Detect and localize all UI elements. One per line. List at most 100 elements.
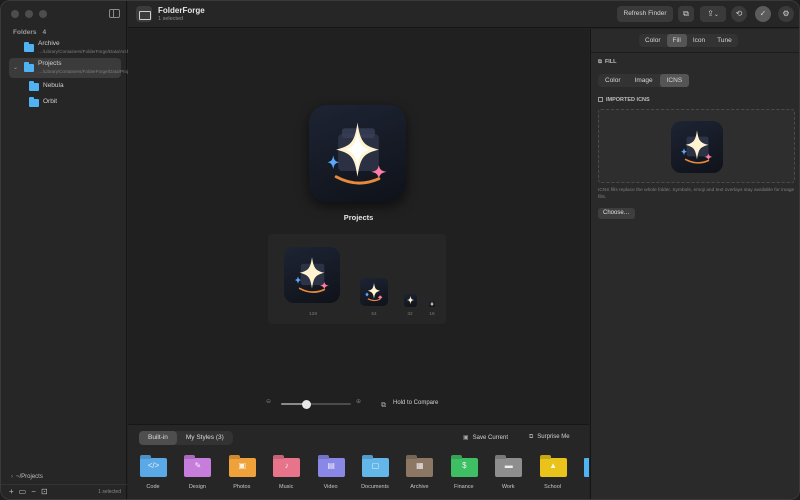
refresh-finder-button[interactable]: Refresh Finder — [617, 6, 673, 22]
remove-folder-button[interactable]: − — [31, 487, 36, 496]
icon-sizes-panel: 128 64 32 16 — [268, 234, 446, 324]
surprise-me-button[interactable]: ⧉ Surprise Me — [529, 434, 570, 441]
fill-tab-icns[interactable]: ICNS — [659, 74, 690, 87]
app-title: FolderForge — [158, 6, 205, 15]
new-folder-icon[interactable]: ▭ — [19, 487, 27, 496]
sparkle-icon — [365, 283, 383, 302]
sidebar-item-archive[interactable]: Archive …/Library/Containers/FolderForge… — [9, 39, 147, 59]
styles-tabs: Built-in My Styles (3) — [139, 431, 233, 445]
tab-built-in[interactable]: Built-in — [139, 431, 177, 445]
sidebar-item-projects[interactable]: ⌄ Projects …/Library/Containers/FolderFo… — [9, 58, 148, 78]
zoom-slider[interactable] — [281, 400, 351, 409]
style-tile-work[interactable]: ▬ Work — [490, 454, 526, 494]
sparkle-icon — [327, 122, 387, 185]
icon-size-64 — [360, 278, 388, 306]
style-glyph-icon: </> — [147, 461, 160, 470]
style-tile-school[interactable]: ▲ School — [535, 454, 571, 494]
app-folder-icon — [136, 6, 152, 22]
folders-header-label: Folders — [13, 29, 37, 36]
tab-fill[interactable]: Fill — [666, 34, 687, 47]
style-tile-photos[interactable]: ▣ Photos — [224, 454, 260, 494]
add-folder-button[interactable]: + — [9, 487, 14, 496]
history-icon[interactable]: ⟲ — [731, 6, 747, 22]
tab-tune[interactable]: Tune — [711, 34, 738, 47]
choose-button[interactable]: Choose… — [598, 208, 635, 219]
sidebar-toggle-icon[interactable] — [109, 9, 120, 18]
icon-size-32 — [404, 294, 417, 307]
chevron-right-icon: › — [11, 474, 13, 480]
save-current-button[interactable]: ▣ Save Current — [463, 434, 508, 441]
style-glyph-icon: $ — [462, 461, 467, 470]
style-tile-label: Photos — [233, 484, 251, 490]
style-tile-overflow — [584, 458, 589, 477]
folders-header: Folders 4 — [13, 29, 46, 36]
style-glyph-icon: ▦ — [416, 461, 424, 470]
folder-icon — [24, 42, 34, 52]
fill-tab-color[interactable]: Color — [598, 74, 628, 87]
zoom-out-icon[interactable]: ⊖ — [266, 398, 271, 405]
gear-icon[interactable]: ⚙ — [778, 6, 794, 22]
size-label: 64 — [371, 312, 377, 317]
imported-icns-header: IMPORTED ICNS — [598, 97, 650, 103]
style-glyph-icon: ▲ — [549, 461, 558, 470]
style-tile-label: Archive — [410, 484, 429, 490]
tab-my-styles[interactable]: My Styles (3) — [177, 431, 233, 445]
zoom-window-button[interactable] — [39, 10, 47, 18]
icon-size-128 — [284, 247, 340, 303]
window-controls — [11, 10, 47, 18]
tab-icon[interactable]: Icon — [687, 34, 711, 47]
style-glyph-icon: ♪ — [284, 461, 289, 470]
style-tile-music[interactable]: ♪ Music — [268, 454, 304, 494]
folder-icon — [29, 97, 39, 107]
share-caret-icon: ⌄ — [713, 12, 719, 18]
share-button[interactable]: ⇪⌄ — [700, 6, 726, 22]
folders-count: 4 — [42, 29, 47, 36]
edit-folder-icon[interactable]: ⊡ — [41, 487, 48, 496]
style-tile-design[interactable]: ✎ Design — [179, 454, 215, 494]
chevron-down-icon[interactable]: ⌄ — [13, 64, 18, 71]
preview-folder-name: Projects — [343, 213, 374, 222]
style-tile-label: Music — [279, 484, 294, 490]
folder-icon — [29, 81, 39, 91]
close-window-button[interactable] — [11, 10, 19, 18]
fill-header-label: FILL — [604, 59, 617, 65]
sparkle-icon — [294, 257, 329, 293]
style-tile-finance[interactable]: $ Finance — [446, 454, 482, 494]
style-tile-video[interactable]: ▤ Video — [313, 454, 349, 494]
tab-color[interactable]: Color — [639, 34, 667, 47]
size-label: 128 — [308, 312, 317, 317]
style-tile-documents[interactable]: ▢ Documents — [357, 454, 393, 494]
folder-preview-icon — [309, 105, 406, 202]
imported-icns-label: IMPORTED ICNS — [606, 97, 650, 103]
sidebar-item-label: Projects — [38, 60, 62, 67]
current-path-label: ~/Projects — [16, 474, 43, 480]
inspector-tabs: Color Fill Icon Tune — [639, 34, 738, 47]
icns-help-text: ICNS fills replace the whole folder. Sym… — [598, 188, 795, 200]
styles-strip: Built-in My Styles (3) ▣ Save Current ⧉ Su… — [128, 424, 589, 499]
sparkle-icon — [680, 130, 713, 164]
checkmark-icon[interactable]: ✓ — [755, 6, 771, 22]
style-tile-label: Documents — [361, 484, 389, 490]
copy-icon[interactable]: ⧉ — [678, 6, 694, 22]
sidebar: Folders 4 Archive …/Library/Containers/Fo… — [1, 1, 148, 499]
fill-tab-image[interactable]: Image — [628, 74, 660, 87]
zoom-slider-thumb[interactable] — [301, 400, 311, 409]
save-current-label: Save Current — [472, 435, 509, 441]
sidebar-item-orbit[interactable]: Orbit — [9, 93, 121, 113]
hold-to-compare-button[interactable]: ⧉ Hold to Compare — [376, 396, 448, 410]
folder-icon — [24, 62, 34, 72]
icns-drop-zone[interactable] — [598, 109, 795, 183]
sidebar-footer-buttons: + ▭ − ⊡ — [9, 487, 48, 496]
style-tile-code[interactable]: </> Code — [135, 454, 171, 494]
sparkle-icon — [429, 301, 435, 307]
fill-section-header: ⧉ FILL — [598, 59, 617, 66]
zoom-in-icon[interactable]: ⊕ — [356, 398, 361, 405]
divider — [591, 52, 799, 53]
minimize-window-button[interactable] — [25, 10, 33, 18]
style-glyph-icon: ▢ — [371, 461, 380, 470]
size-label: 32 — [407, 312, 413, 317]
style-tile-archive[interactable]: ▦ Archive — [401, 454, 437, 494]
title-bar: FolderForge 1 selected Refresh Finder ⧉ … — [128, 1, 799, 28]
app-window: Folders 4 Archive …/Library/Containers/Fo… — [0, 0, 800, 500]
share-icon: ⇪ — [707, 9, 714, 18]
